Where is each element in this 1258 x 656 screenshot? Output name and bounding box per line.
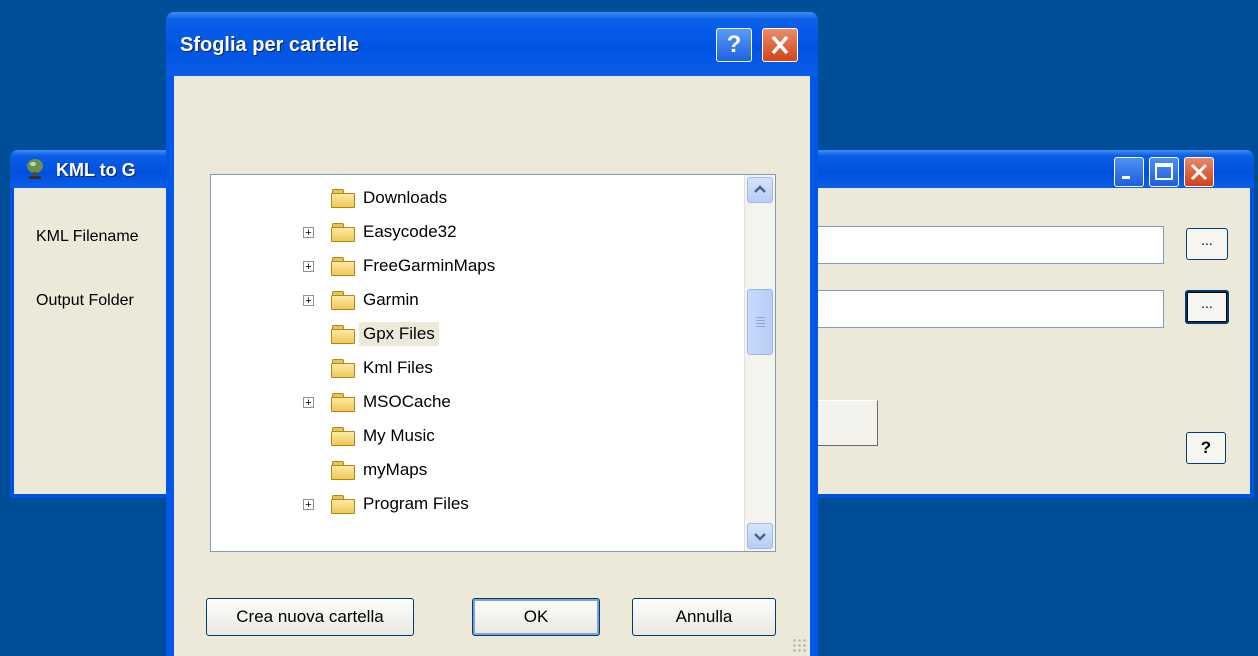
folder-label: Downloads [363,188,448,207]
tree-scrollbar[interactable] [744,175,775,551]
scroll-up-button[interactable] [747,177,773,203]
folder-tree-item[interactable]: Gpx Files [331,319,439,349]
help-button[interactable]: ? [1186,432,1226,464]
browse-output-button[interactable]: ... [1185,290,1229,324]
folder-label: Kml Files [363,358,433,377]
dialog-help-button[interactable]: ? [716,28,752,62]
minimize-icon [1122,176,1130,179]
globe-icon [27,159,43,179]
scroll-down-button[interactable] [747,523,773,549]
folder-tree-item[interactable]: Garmin [331,285,419,315]
scroll-thumb[interactable] [747,289,773,355]
folder-tree-item[interactable]: myMaps [331,455,427,485]
folder-tree-item[interactable]: Program Files [331,489,469,519]
folder-icon [331,189,355,208]
main-close-button[interactable] [1184,157,1214,187]
expand-toggle[interactable]: + [303,295,314,307]
folder-tree-item[interactable]: My Music [331,421,435,451]
folder-label: My Music [363,426,435,445]
folder-icon [331,325,355,344]
folder-icon [331,257,355,276]
folder-label: Easycode32 [363,222,457,241]
folder-label: MSOCache [363,392,451,411]
expand-toggle[interactable]: + [303,499,314,511]
output-folder-input[interactable] [804,290,1164,328]
output-folder-label: Output Folder [36,292,134,309]
main-window-title: KML to G [56,160,136,180]
expand-toggle[interactable]: + [303,397,314,409]
folder-tree-item[interactable]: MSOCache [331,387,451,417]
kml-filename-input[interactable] [804,226,1164,264]
browse-folder-dialog: Sfoglia per cartelle ? Downloads + Easycod… [166,12,818,656]
folder-tree-item[interactable]: Kml Files [331,353,433,383]
kml-filename-label: KML Filename [36,228,139,245]
folder-label: Garmin [363,290,419,309]
dialog-close-button[interactable] [762,28,798,62]
chevron-up-icon [754,185,766,193]
close-icon [771,35,789,55]
dialog-titlebar[interactable]: Sfoglia per cartelle ? [166,12,818,76]
folder-icon [331,359,355,378]
folder-label: FreeGarminMaps [363,256,496,275]
folder-icon [331,495,355,514]
minimize-button[interactable] [1114,157,1144,187]
folder-tree-item[interactable]: Downloads [331,183,447,213]
expand-toggle[interactable]: + [303,227,314,239]
folder-tree[interactable]: Downloads + Easycode32 + FreeGarminMaps + Garm… [210,174,776,552]
maximize-button[interactable] [1149,157,1179,187]
dialog-client-area: Downloads + Easycode32 + FreeGarminMaps + Garm… [174,76,810,656]
maximize-icon [1155,163,1173,180]
cancel-button[interactable]: Annulla [632,598,776,636]
close-icon [1190,163,1208,181]
folder-label: myMaps [363,460,428,479]
resize-grip[interactable] [792,638,806,652]
folder-tree-item[interactable]: Easycode32 [331,217,457,247]
dialog-title: Sfoglia per cartelle [180,34,359,56]
ok-button[interactable]: OK [472,598,600,636]
expand-toggle[interactable]: + [303,261,314,273]
folder-label: Program Files [363,494,469,513]
new-folder-button[interactable]: Crea nuova cartella [206,598,414,636]
folder-label: Gpx Files [359,322,439,346]
folder-icon [331,427,355,446]
browse-kml-button[interactable]: ... [1186,228,1228,260]
folder-icon [331,393,355,412]
folder-tree-item[interactable]: FreeGarminMaps [331,251,495,281]
folder-icon [331,461,355,480]
chevron-down-icon [754,533,766,541]
folder-icon [331,291,355,310]
folder-icon [331,223,355,242]
